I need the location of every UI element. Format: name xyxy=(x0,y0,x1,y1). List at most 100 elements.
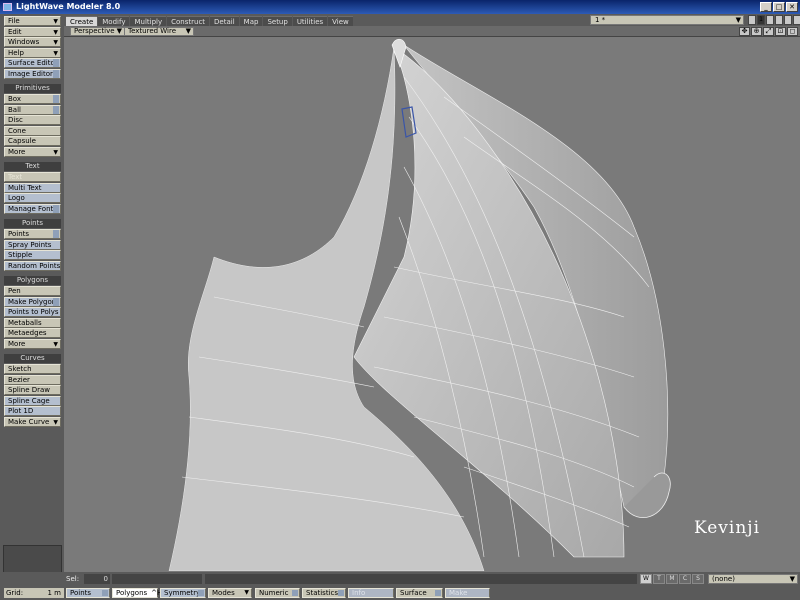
toggle-m[interactable]: M xyxy=(666,574,678,584)
zoom-view-icon[interactable]: ⤢ xyxy=(763,27,774,36)
metaballs-button[interactable]: Metaballs xyxy=(4,317,61,328)
toggle-w[interactable]: W xyxy=(640,574,652,584)
ball-button[interactable]: Ball xyxy=(4,104,61,115)
shortcut-marker-icon xyxy=(53,105,59,114)
symmetry-button[interactable]: Symmetry xyxy=(160,588,206,598)
grid-readout: Grid: 1 m xyxy=(4,588,64,598)
polygons-button[interactable]: Polygons ^H xyxy=(112,588,162,598)
tab-utilities[interactable]: Utilities xyxy=(292,16,328,26)
layer-select[interactable]: 1 * ▼ xyxy=(590,15,744,25)
stipple-button[interactable]: Stipple xyxy=(4,250,61,260)
tab-setup[interactable]: Setup xyxy=(263,16,292,26)
polygons-group-header: Polygons xyxy=(4,276,61,285)
bezier-button[interactable]: Bezier xyxy=(4,374,61,385)
button-label: Logo xyxy=(8,194,25,202)
layer-box[interactable] xyxy=(784,15,792,25)
chevron-down-icon: ▼ xyxy=(53,28,58,36)
more-button[interactable]: More ▼ xyxy=(4,146,61,157)
spline-draw-button[interactable]: Spline Draw xyxy=(4,385,61,395)
make-curve-button[interactable]: Make Curve ▼ xyxy=(4,416,61,427)
surface-editor-button[interactable]: Surface Editor xyxy=(4,58,61,68)
layer-box[interactable] xyxy=(775,15,783,25)
button-label: Metaballs xyxy=(8,318,42,327)
box-button[interactable]: Box xyxy=(4,94,61,104)
text-button[interactable]: Text xyxy=(4,172,61,182)
toggle-t[interactable]: T xyxy=(653,574,665,584)
logo-button[interactable]: Logo xyxy=(4,193,61,203)
tab-multiply[interactable]: Multiply xyxy=(130,16,167,26)
button-label: Surface Editor xyxy=(8,59,58,67)
modes-button[interactable]: Modes ▼ xyxy=(208,588,252,598)
shortcut-marker-icon xyxy=(53,230,59,238)
view-type-select[interactable]: Perspective ▼ xyxy=(70,27,125,36)
window-title: LightWave Modeler 8.0 xyxy=(16,2,121,11)
layer-box[interactable] xyxy=(748,15,756,25)
capsule-button[interactable]: Capsule xyxy=(4,136,61,146)
move-view-icon[interactable]: ✥ xyxy=(739,27,750,36)
points-button[interactable]: Points xyxy=(4,229,61,239)
tab-view[interactable]: View xyxy=(328,16,353,26)
help-button[interactable]: Help ▼ xyxy=(4,47,61,58)
image-editor-button[interactable]: Image Editor xyxy=(4,68,61,79)
manage-fonts-button[interactable]: Manage Fonts xyxy=(4,203,61,214)
button-label: Statistics xyxy=(306,589,338,597)
layer-box[interactable] xyxy=(793,15,800,25)
plot-1d-button[interactable]: Plot 1D xyxy=(4,406,61,416)
button-label: Spline Draw xyxy=(8,386,51,394)
chevron-down-icon: ▼ xyxy=(53,148,58,156)
fit-view-icon[interactable]: ⊡ xyxy=(775,27,786,36)
file-button[interactable]: File ▼ xyxy=(4,16,61,26)
shortcut-marker-icon xyxy=(53,59,59,67)
text-group-header: Text xyxy=(4,162,61,171)
shortcut-marker-icon xyxy=(53,297,59,306)
statistics-button[interactable]: Statistics xyxy=(302,588,346,598)
windows-button[interactable]: Windows ▼ xyxy=(4,37,61,47)
points-to-polys-button[interactable]: Points to Polys xyxy=(4,307,61,317)
make-button: Make xyxy=(445,588,490,598)
button-label: Spray Points xyxy=(8,240,52,249)
disc-button[interactable]: Disc xyxy=(4,115,61,125)
button-label: Points xyxy=(70,589,92,597)
points-button[interactable]: Points xyxy=(66,588,110,598)
numeric-button[interactable]: Numeric xyxy=(255,588,300,598)
tab-map[interactable]: Map xyxy=(239,16,263,26)
maximize-button[interactable]: □ xyxy=(773,2,785,12)
tab-construct[interactable]: Construct xyxy=(167,16,210,26)
perspective-viewport[interactable]: Kevinji xyxy=(64,37,800,571)
maximize-viewport-icon[interactable]: ◻ xyxy=(787,27,798,36)
chevron-down-icon: ▼ xyxy=(185,27,191,35)
spray-points-button[interactable]: Spray Points xyxy=(4,239,61,250)
spline-cage-button[interactable]: Spline Cage xyxy=(4,395,61,406)
toggle-c[interactable]: C xyxy=(679,574,691,584)
close-button[interactable]: ✕ xyxy=(786,2,798,12)
selection-mode-toggles: WTMCS xyxy=(640,574,704,584)
multi-text-button[interactable]: Multi Text xyxy=(4,182,61,193)
shading-select[interactable]: Textured Wire ▼ xyxy=(124,27,194,36)
tab-detail[interactable]: Detail xyxy=(210,16,239,26)
selection-count: 0 xyxy=(84,574,110,584)
button-label: Windows xyxy=(8,38,40,46)
pen-button[interactable]: Pen xyxy=(4,286,61,296)
toggle-s[interactable]: S xyxy=(692,574,704,584)
chevron-down-icon: ▼ xyxy=(53,340,58,348)
minimize-button[interactable]: _ xyxy=(760,2,772,12)
button-label: Edit xyxy=(8,27,22,36)
tab-modify[interactable]: Modify xyxy=(98,16,130,26)
make-polygon-button[interactable]: Make Polygon xyxy=(4,296,61,307)
edit-button[interactable]: Edit ▼ xyxy=(4,26,61,37)
sketch-button[interactable]: Sketch xyxy=(4,364,61,374)
surface-button[interactable]: Surface xyxy=(396,588,443,598)
surface-select[interactable]: (none) ▼ xyxy=(708,574,798,584)
layer-box[interactable]: 1 xyxy=(757,15,765,25)
button-label: More xyxy=(8,147,26,156)
more-button[interactable]: More ▼ xyxy=(4,338,61,349)
layer-box[interactable] xyxy=(766,15,774,25)
random-points-button[interactable]: Random Points xyxy=(4,260,61,271)
metaedges-button[interactable]: Metaedges xyxy=(4,328,61,338)
cone-button[interactable]: Cone xyxy=(4,125,61,136)
rotate-view-icon[interactable]: ⊕ xyxy=(751,27,762,36)
tab-create[interactable]: Create xyxy=(66,16,98,26)
shortcut-marker-icon xyxy=(53,204,59,213)
chevron-down-icon: ▼ xyxy=(789,575,795,583)
selection-label: Sel: xyxy=(66,575,80,583)
